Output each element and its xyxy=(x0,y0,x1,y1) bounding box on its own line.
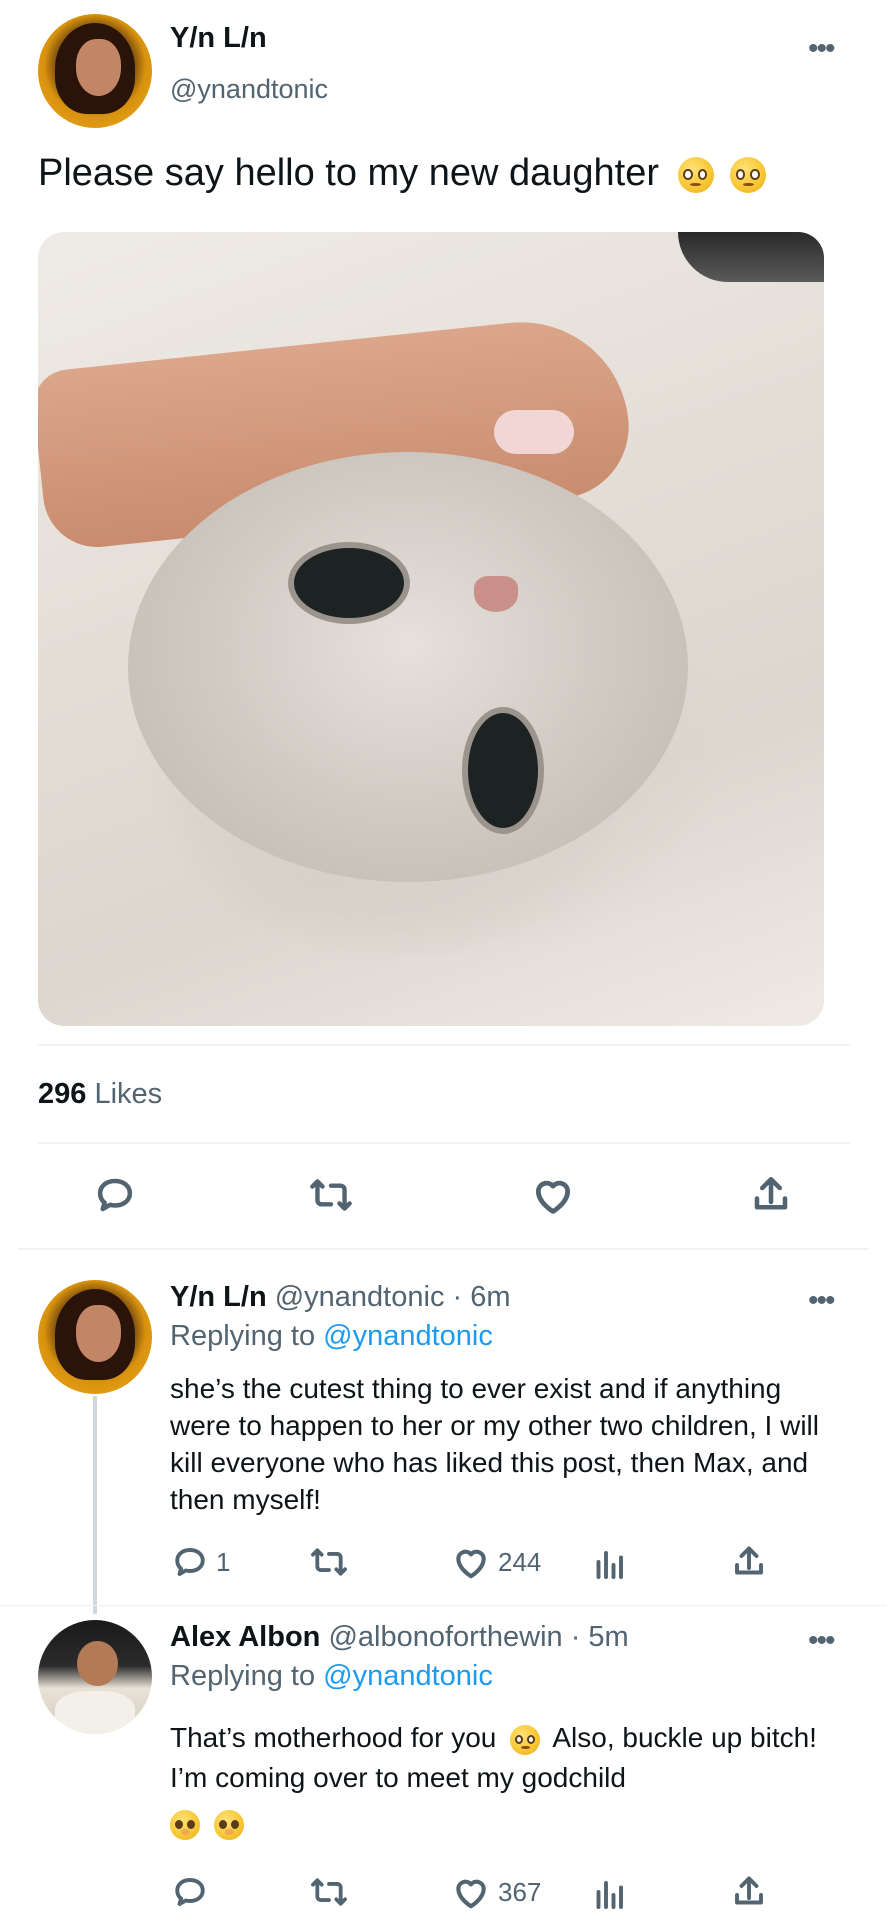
reply1-header: Y/n L/n @ynandtonic · 6m xyxy=(170,1281,511,1314)
reply1-handle[interactable]: @ynandtonic xyxy=(275,1281,445,1313)
share-icon xyxy=(735,1546,763,1575)
retweet-icon xyxy=(311,1548,347,1576)
reply2-handle[interactable]: @albonoforthewin xyxy=(328,1621,562,1653)
reply1-avatar[interactable] xyxy=(38,1280,152,1394)
hand-over-mouth-emoji xyxy=(170,1810,200,1840)
likes-label: Likes xyxy=(94,1078,163,1110)
divider xyxy=(38,1044,850,1046)
hand-over-mouth-emoji xyxy=(214,1810,245,1840)
cat-head-shape xyxy=(128,452,688,882)
pleading-face-emoji xyxy=(730,156,767,193)
reply1-share-button[interactable] xyxy=(731,1544,767,1580)
divider xyxy=(38,1142,850,1144)
main-tweet-handle[interactable]: @ynandtonic xyxy=(170,74,328,105)
reply1-time: · 6m xyxy=(452,1281,511,1313)
reply1-reply-button[interactable]: 1 xyxy=(172,1544,230,1580)
reply-icon xyxy=(175,1878,205,1906)
reply1-retweet-button[interactable] xyxy=(310,1544,348,1580)
share-icon xyxy=(754,1176,788,1210)
reply2-time: · 5m xyxy=(570,1621,629,1653)
likes-summary[interactable]: 296 Likes xyxy=(38,1078,162,1111)
retweet-button[interactable] xyxy=(309,1174,353,1216)
like-button[interactable] xyxy=(531,1174,575,1216)
main-tweet-avatar[interactable] xyxy=(38,14,152,128)
divider xyxy=(18,1248,868,1250)
divider xyxy=(0,1605,887,1606)
pleading-face-emoji xyxy=(510,1724,541,1755)
reply1-display-name[interactable]: Y/n L/n xyxy=(170,1281,267,1313)
main-tweet-display-name[interactable]: Y/n L/n xyxy=(170,22,267,55)
retweet-icon xyxy=(310,1179,352,1211)
thread-line xyxy=(93,1396,97,1614)
reply2-retweet-button[interactable] xyxy=(310,1874,348,1910)
reply1-analytics-button[interactable] xyxy=(592,1544,626,1580)
tweet-photo-cat[interactable] xyxy=(38,232,824,1026)
reply2-text-part1: That’s motherhood for you xyxy=(170,1722,497,1753)
reply-button[interactable] xyxy=(94,1174,136,1216)
reply1-like-count: 244 xyxy=(498,1546,542,1577)
more-options-icon[interactable]: ••• xyxy=(808,34,835,64)
reply-icon xyxy=(97,1178,133,1212)
reply2-replying-prefix: Replying to xyxy=(170,1660,316,1692)
reply2-text: That’s motherhood for you Also, buckle u… xyxy=(170,1718,850,1798)
share-button[interactable] xyxy=(750,1174,792,1216)
heart-icon xyxy=(456,1549,486,1579)
main-tweet-text: Please say hello to my new daughter xyxy=(38,152,767,195)
share-icon xyxy=(735,1876,763,1905)
reply1-more-options-icon[interactable]: ••• xyxy=(808,1286,835,1316)
reply1-reply-count: 1 xyxy=(216,1546,231,1577)
reply2-reply-button[interactable] xyxy=(172,1874,208,1910)
reply2-header: Alex Albon @albonoforthewin · 5m xyxy=(170,1621,629,1654)
reply2-more-options-icon[interactable]: ••• xyxy=(808,1626,835,1656)
reply1-text: she’s the cutest thing to ever exist and… xyxy=(170,1373,819,1515)
reply2-emoji-row xyxy=(170,1810,245,1840)
reply1-replying-prefix: Replying to xyxy=(170,1320,316,1352)
reply-icon xyxy=(175,1548,205,1576)
reply1-replying-handle[interactable]: @ynandtonic xyxy=(323,1320,493,1352)
analytics-icon xyxy=(596,1881,623,1909)
reply2-display-name[interactable]: Alex Albon xyxy=(170,1621,320,1653)
reply1-like-button[interactable]: 244 xyxy=(452,1544,541,1580)
reply2-like-button[interactable]: 367 xyxy=(452,1874,541,1910)
reply2-like-count: 367 xyxy=(498,1876,542,1907)
reply2-share-button[interactable] xyxy=(731,1874,767,1910)
reply2-replying-handle[interactable]: @ynandtonic xyxy=(323,1660,493,1692)
pleading-face-emoji xyxy=(677,156,714,193)
analytics-icon xyxy=(596,1551,623,1579)
heart-icon xyxy=(456,1879,486,1909)
likes-count: 296 xyxy=(38,1078,87,1110)
reply2-replying-to: Replying to @ynandtonic xyxy=(170,1660,493,1693)
reply1-replying-to: Replying to @ynandtonic xyxy=(170,1320,493,1353)
retweet-icon xyxy=(311,1878,347,1906)
reply2-analytics-button[interactable] xyxy=(592,1874,626,1910)
reply2-avatar[interactable] xyxy=(38,1620,152,1734)
heart-icon xyxy=(535,1180,571,1214)
main-tweet-text-body: Please say hello to my new daughter xyxy=(38,152,660,194)
